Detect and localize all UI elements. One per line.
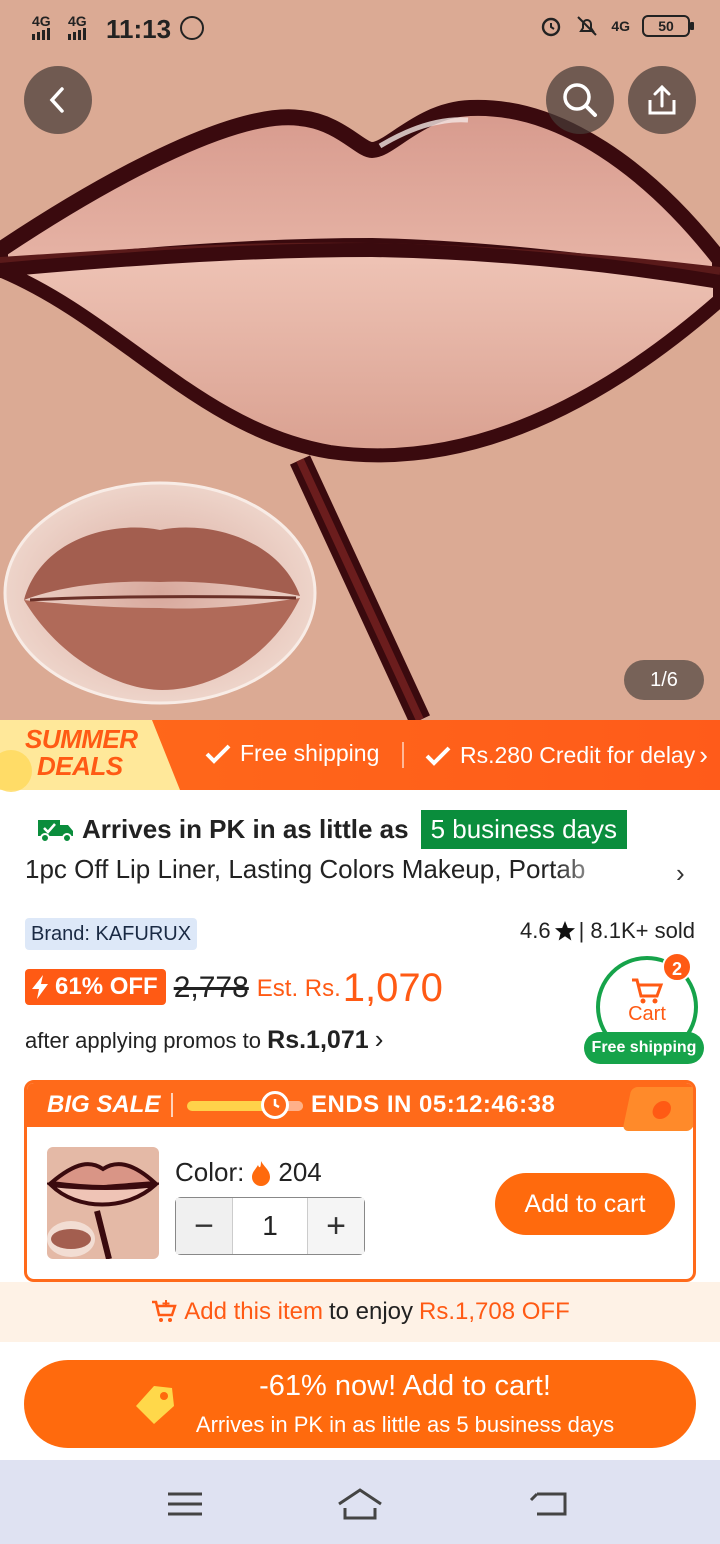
add-to-cart-button[interactable]: Add to cart bbox=[495, 1173, 675, 1235]
signal-1-label: 4G bbox=[32, 13, 51, 29]
star-icon bbox=[554, 921, 575, 941]
fire-icon bbox=[252, 1160, 271, 1186]
search-button[interactable] bbox=[546, 66, 614, 134]
promo-price-link[interactable]: after applying promos to Rs.1,071 › bbox=[25, 1024, 383, 1055]
color-selector[interactable]: Color: 204 bbox=[175, 1157, 322, 1188]
cart-plus-icon bbox=[152, 1300, 177, 1322]
color-value: 204 bbox=[278, 1157, 322, 1187]
estimated-price: 1,070 bbox=[342, 966, 443, 1010]
cart-icon bbox=[632, 978, 664, 1003]
chevron-right-icon: › bbox=[699, 740, 708, 770]
alarm-icon bbox=[542, 17, 561, 37]
title-chevron-icon[interactable]: › bbox=[676, 858, 685, 889]
chevron-right-icon: › bbox=[374, 1024, 384, 1054]
header-divider bbox=[171, 1093, 173, 1117]
discount-badge: 61% OFF bbox=[25, 969, 166, 1005]
cta-subline: Arrives in PK in as little as 5 business… bbox=[195, 1412, 615, 1437]
est-label: Est. Rs. bbox=[256, 975, 341, 1002]
search-icon bbox=[563, 83, 597, 117]
status-bar: 4G 4G 11:13 4G 50 bbox=[0, 0, 720, 58]
promo-amount: Rs.1,708 OFF bbox=[419, 1298, 570, 1325]
check-icon bbox=[205, 744, 231, 764]
delivery-days-badge: 5 business days bbox=[420, 809, 628, 849]
back-arrow-icon bbox=[49, 87, 64, 113]
big-sale-card: BIG SALE ENDS IN 05:12:46:38 Color: 204 … bbox=[24, 1080, 696, 1282]
sale-countdown: ENDS IN 05:12:46:38 bbox=[311, 1091, 556, 1118]
system-nav-bar bbox=[0, 1460, 720, 1544]
quantity-stepper: − 1 + bbox=[175, 1197, 365, 1255]
cart-label: Cart bbox=[628, 1002, 666, 1025]
clock-time: 11:13 bbox=[106, 14, 172, 44]
add-item-link[interactable]: Add this item bbox=[184, 1298, 323, 1326]
banner-divider bbox=[402, 742, 404, 768]
cart-count-badge: 2 bbox=[662, 952, 692, 982]
big-sale-title: BIG SALE bbox=[47, 1091, 161, 1118]
variant-thumbnail[interactable] bbox=[47, 1147, 159, 1259]
whatsapp-icon bbox=[180, 16, 204, 40]
free-shipping-item: Free shipping bbox=[204, 740, 379, 767]
big-sale-header: BIG SALE ENDS IN 05:12:46:38 bbox=[27, 1083, 693, 1131]
back-button[interactable] bbox=[24, 66, 92, 134]
promo-price: Rs.1,071 bbox=[267, 1026, 369, 1054]
mute-bell-icon bbox=[577, 16, 598, 36]
clock-icon bbox=[261, 1091, 289, 1119]
lightning-icon bbox=[32, 975, 48, 999]
product-gallery[interactable]: 4G 4G 11:13 4G 50 1/6 bbox=[0, 0, 720, 720]
menu-icon[interactable] bbox=[160, 1484, 210, 1524]
credit-for-delay-item[interactable]: Rs.280 Credit for delay › bbox=[424, 740, 708, 771]
cta-headline: -61% now! Add to cart! bbox=[259, 1370, 551, 1402]
gallery-counter: 1/6 bbox=[624, 660, 704, 700]
sold-count: | 8.1K+ sold bbox=[578, 918, 695, 943]
original-price: 2,778 bbox=[173, 971, 249, 1004]
share-button[interactable] bbox=[628, 66, 696, 134]
price-row: 61% OFF 2,778 Est. Rs. 1,070 bbox=[25, 965, 443, 1011]
promo-strip[interactable]: Add this item to enjoy Rs.1,708 OFF bbox=[0, 1282, 720, 1342]
signal-bars-icon bbox=[32, 28, 86, 40]
summer-deals-banner[interactable]: SUMMER DEALS Free shipping Rs.280 Credit… bbox=[0, 720, 720, 792]
product-title[interactable]: 1pc Off Lip Liner, Lasting Colors Makeup… bbox=[25, 854, 625, 890]
battery-icon: 50 bbox=[642, 15, 694, 37]
home-icon[interactable] bbox=[335, 1484, 385, 1524]
rating-value: 4.6 bbox=[520, 918, 551, 943]
free-shipping-pill: Free shipping bbox=[584, 1032, 704, 1064]
signal-2-label: 4G bbox=[68, 13, 87, 29]
back-nav-icon[interactable] bbox=[525, 1484, 575, 1524]
increase-quantity-button[interactable]: + bbox=[308, 1198, 364, 1254]
delivery-estimate: Arrives in PK in as little as 5 business… bbox=[36, 806, 628, 852]
main-add-to-cart-button[interactable]: -61% now! Add to cart! Arrives in PK in … bbox=[24, 1360, 696, 1448]
delivery-truck-icon bbox=[38, 820, 73, 843]
network-type-label: 4G bbox=[611, 18, 630, 34]
brand-badge[interactable]: Brand: KAFURUX bbox=[25, 918, 198, 950]
summer-deals-label: SUMMER DEALS bbox=[25, 724, 138, 781]
floating-cart-button[interactable]: Cart 2 Free shipping bbox=[584, 952, 704, 1066]
decrease-quantity-button[interactable]: − bbox=[176, 1198, 232, 1254]
check-icon bbox=[425, 746, 451, 766]
quantity-value[interactable]: 1 bbox=[232, 1198, 308, 1254]
rating-sold[interactable]: 4.6 | 8.1K+ sold bbox=[520, 918, 695, 944]
share-icon bbox=[648, 84, 676, 115]
sale-tag-icon bbox=[622, 1087, 693, 1131]
